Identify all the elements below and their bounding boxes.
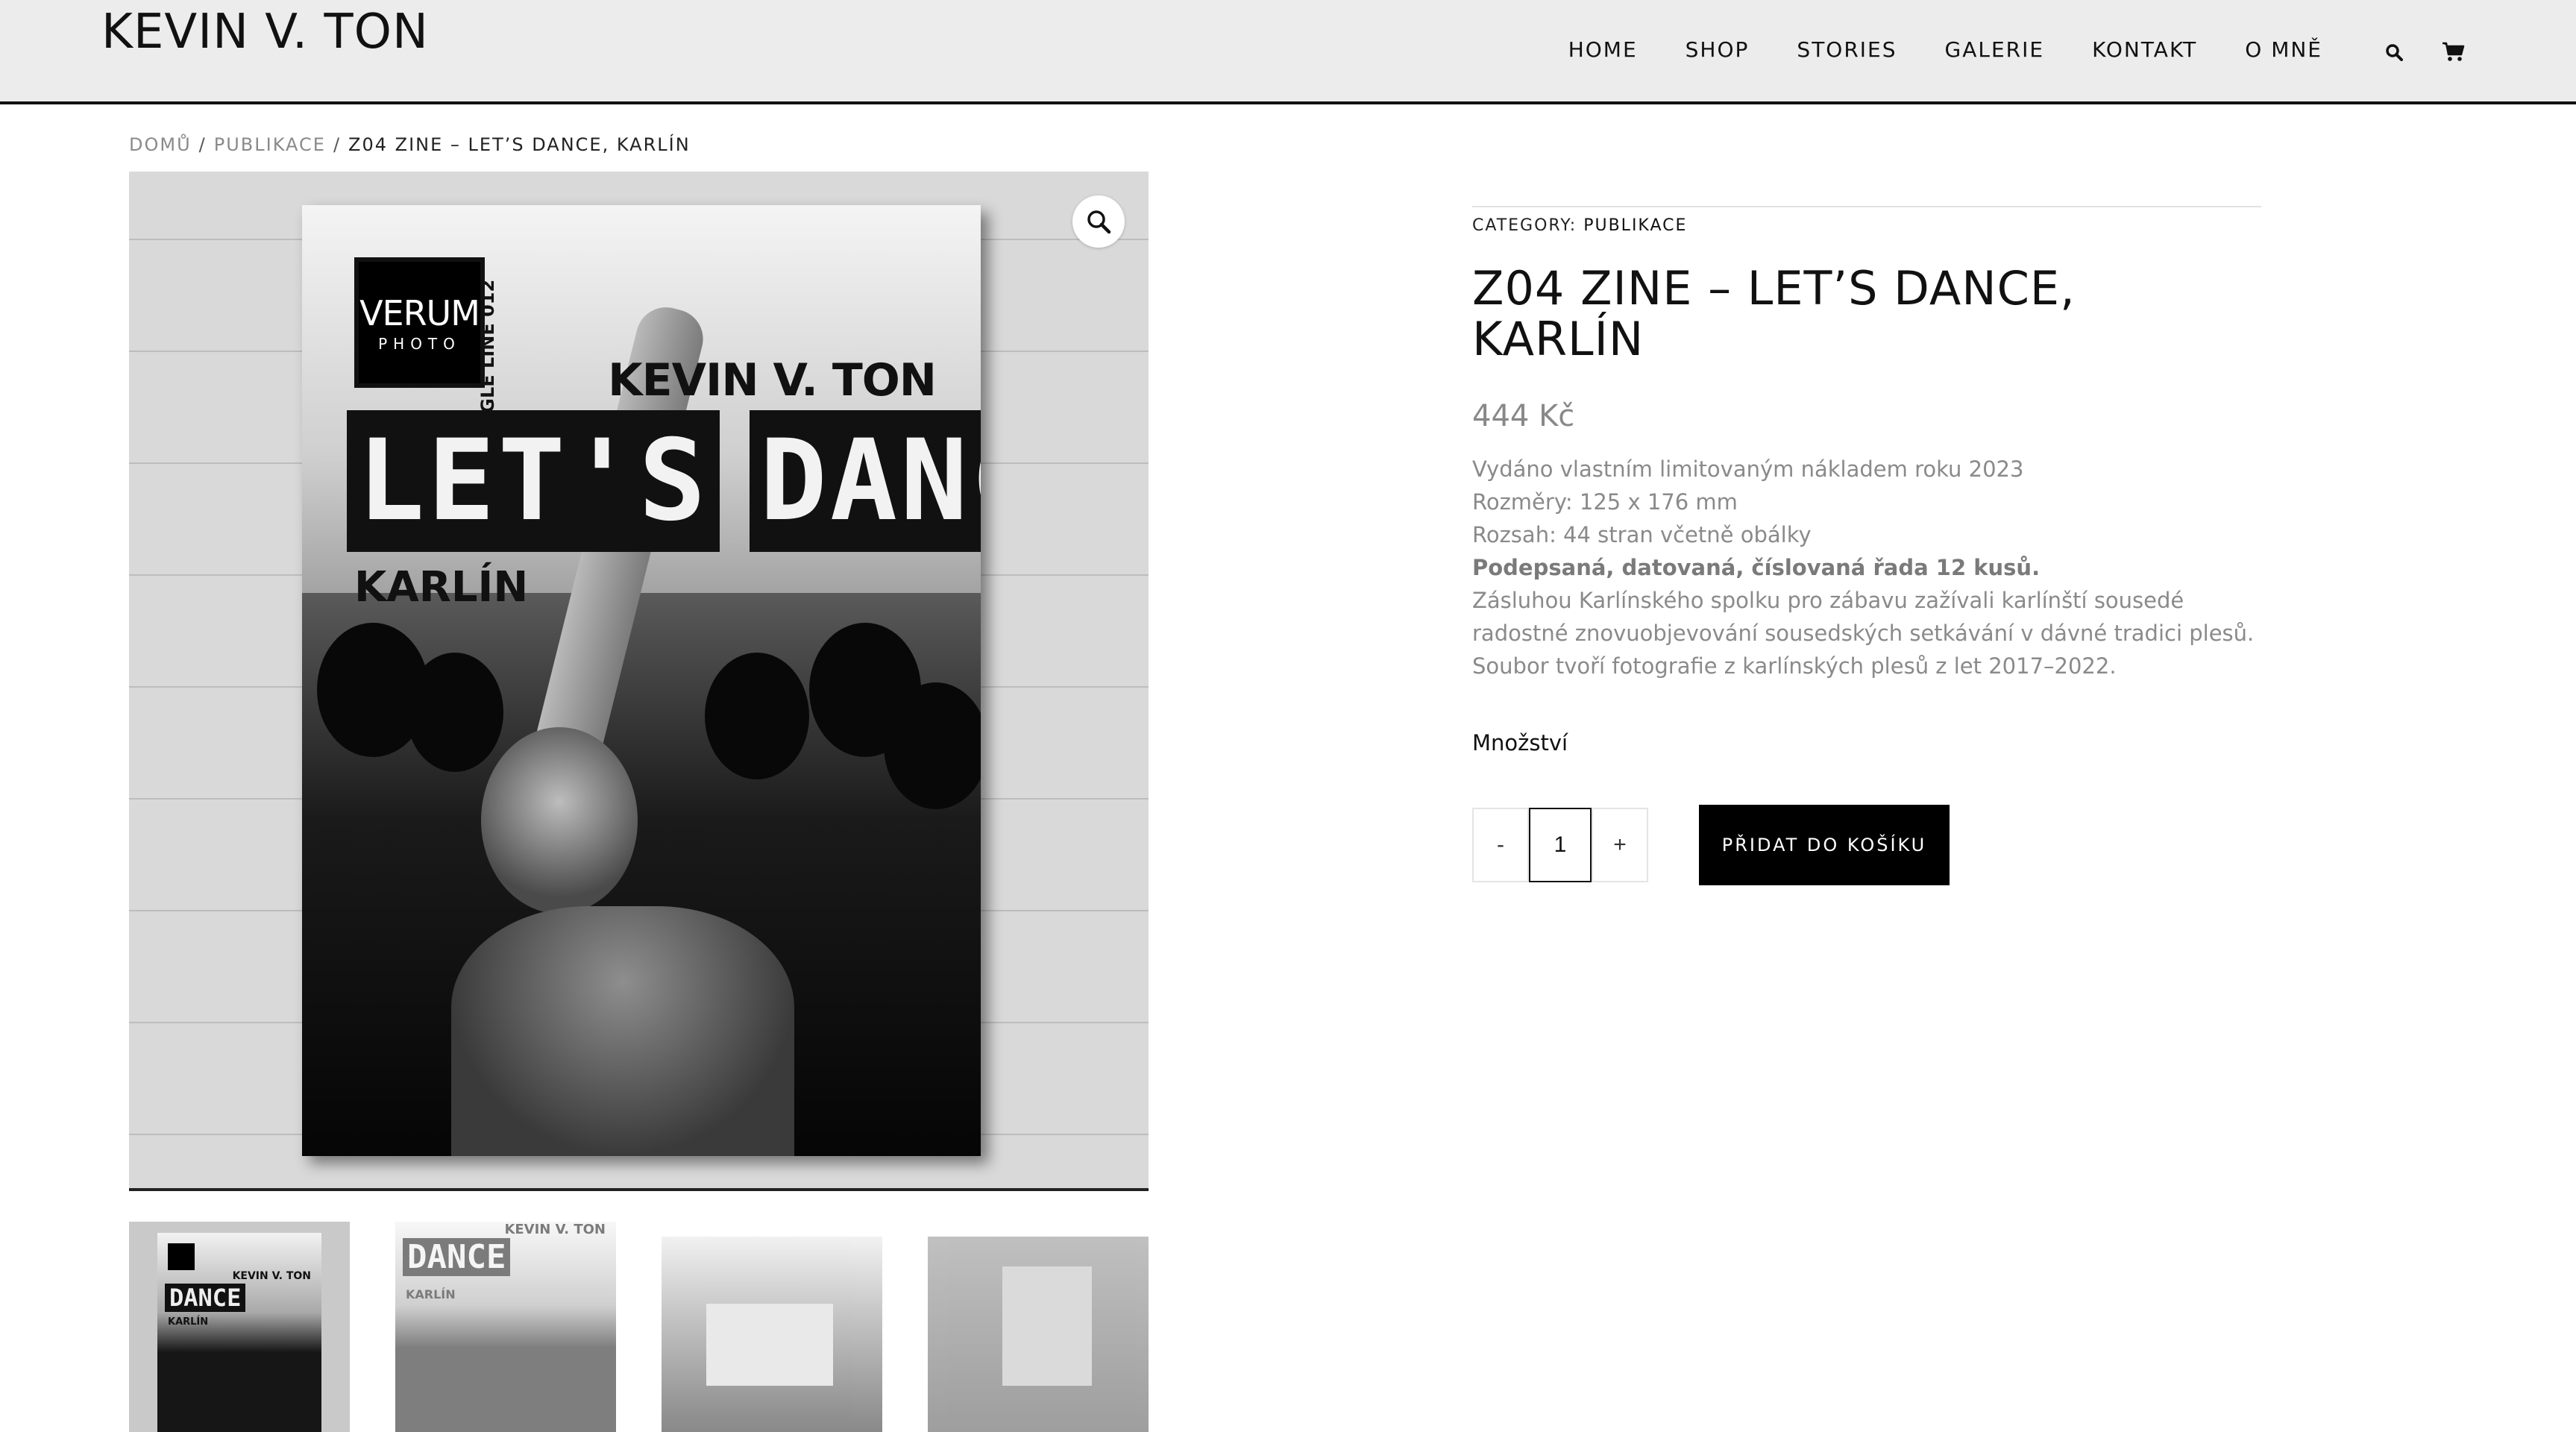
thumbnail-author: KEVIN V. TON — [504, 1222, 606, 1237]
logo-verum-text: VERUM — [359, 292, 480, 333]
breadcrumb: DOMŮ / PUBLIKACE / Z04 ZINE – LET’S DANCE, K… — [129, 134, 691, 155]
crowd-head — [884, 682, 981, 809]
thumbnail-3[interactable] — [662, 1237, 882, 1432]
thumbnail-author: KEVIN V. TON — [232, 1270, 311, 1282]
description-line: Rozsah: 44 stran včetně obálky — [1472, 522, 1812, 547]
thumbnail-stage — [706, 1304, 833, 1386]
description-line: Rozměry: 125 x 176 mm — [1472, 489, 1738, 515]
nav-kontakt[interactable]: KONTAKT — [2092, 37, 2197, 62]
thumbnail-strip: KEVIN V. TON DANCE KARLÍN KEVIN V. TON D… — [129, 1222, 1149, 1432]
product-summary: CATEGORY: PUBLIKACE Z04 ZINE – LET’S DAN… — [1472, 206, 2261, 885]
nav-stories[interactable]: STORIES — [1797, 37, 1897, 62]
cover-title-word: DANCE — [749, 410, 981, 552]
thumbnail-cover-crop: KEVIN V. TON DANCE KARLÍN — [395, 1222, 616, 1432]
nav-shop[interactable]: SHOP — [1686, 37, 1750, 62]
category-link[interactable]: PUBLIKACE — [1583, 216, 1687, 235]
description-line-bold: Podepsaná, datovaná, číslovaná řada 12 k… — [1472, 555, 2041, 580]
product-price: 444 Kč — [1472, 399, 1575, 433]
thumbnail-1[interactable]: KEVIN V. TON DANCE KARLÍN — [129, 1222, 350, 1432]
breadcrumb-category[interactable]: PUBLIKACE — [214, 134, 326, 155]
dancer-dress — [451, 906, 794, 1156]
product-description: Vydáno vlastním limitovaným nákladem rok… — [1472, 453, 2261, 682]
quantity-input[interactable] — [1529, 808, 1592, 882]
quantity-label: Množství — [1472, 730, 1568, 756]
product-title: Z04 ZINE – LET’S DANCE, KARLÍN — [1472, 261, 2076, 366]
search-icon[interactable] — [2379, 37, 2409, 67]
thumbnail-cover: KEVIN V. TON DANCE KARLÍN — [157, 1233, 321, 1432]
breadcrumb-home[interactable]: DOMŮ — [129, 134, 192, 155]
main-nav: HOME SHOP STORIES GALERIE KONTAKT O MNĚ — [1568, 37, 2322, 62]
zine-cover: VERUM PHOTO SINGLE LINE 012 KEVIN V. TON… — [302, 205, 981, 1156]
cart-icon[interactable] — [2439, 37, 2469, 67]
add-to-cart-form: - + PŘIDAT DO KOŠÍKU — [1472, 805, 2261, 885]
thumbnail-building — [1002, 1266, 1092, 1386]
breadcrumb-separator: / — [198, 134, 207, 155]
cover-subtitle: KARLÍN — [354, 563, 529, 612]
site-title[interactable]: KEVIN V. TON — [101, 4, 429, 60]
breadcrumb-separator: / — [333, 134, 342, 155]
thumbnail-subtitle: KARLÍN — [168, 1316, 209, 1328]
quantity-plus-button[interactable]: + — [1592, 808, 1648, 882]
description-line: Vydáno vlastním limitovaným nákladem rok… — [1472, 456, 2024, 482]
nav-galerie[interactable]: GALERIE — [1945, 37, 2045, 62]
cover-author: KEVIN V. TON — [608, 354, 937, 406]
cover-title: LET'S DANCE — [347, 410, 981, 552]
verum-photo-logo: VERUM PHOTO — [354, 257, 485, 388]
crowd-head — [406, 653, 503, 772]
thumbnail-logo — [168, 1243, 195, 1270]
breadcrumb-current: Z04 ZINE – LET’S DANCE, KARLÍN — [348, 134, 691, 155]
product-main-image[interactable]: VERUM PHOTO SINGLE LINE 012 KEVIN V. TON… — [129, 172, 1149, 1191]
cover-title-word: LET'S — [347, 410, 720, 552]
crowd-head — [705, 653, 809, 779]
thumbnail-4[interactable] — [928, 1237, 1149, 1432]
thumbnail-title: DANCE — [403, 1238, 511, 1276]
logo-photo-text: PHOTO — [378, 334, 461, 353]
add-to-cart-button[interactable]: PŘIDAT DO KOŠÍKU — [1699, 805, 1950, 885]
quantity-stepper: - + — [1472, 808, 1648, 882]
zoom-button[interactable] — [1072, 195, 1125, 248]
thumbnail-subtitle: KARLÍN — [406, 1287, 456, 1301]
category-label: CATEGORY: — [1472, 216, 1577, 235]
dancer-face — [481, 727, 638, 914]
description-paragraph: Zásluhou Karlínského spolku pro zábavu z… — [1472, 588, 2255, 679]
nav-o-mne[interactable]: O MNĚ — [2245, 37, 2322, 62]
magnifier-icon — [1087, 210, 1111, 234]
quantity-minus-button[interactable]: - — [1472, 808, 1529, 882]
thumbnail-2[interactable]: KEVIN V. TON DANCE KARLÍN — [395, 1222, 616, 1432]
site-header: KEVIN V. TON HOME SHOP STORIES GALERIE K… — [0, 0, 2576, 104]
thumbnail-title: DANCE — [165, 1284, 246, 1312]
nav-home[interactable]: HOME — [1568, 37, 1638, 62]
product-category: CATEGORY: PUBLIKACE — [1472, 206, 2261, 235]
